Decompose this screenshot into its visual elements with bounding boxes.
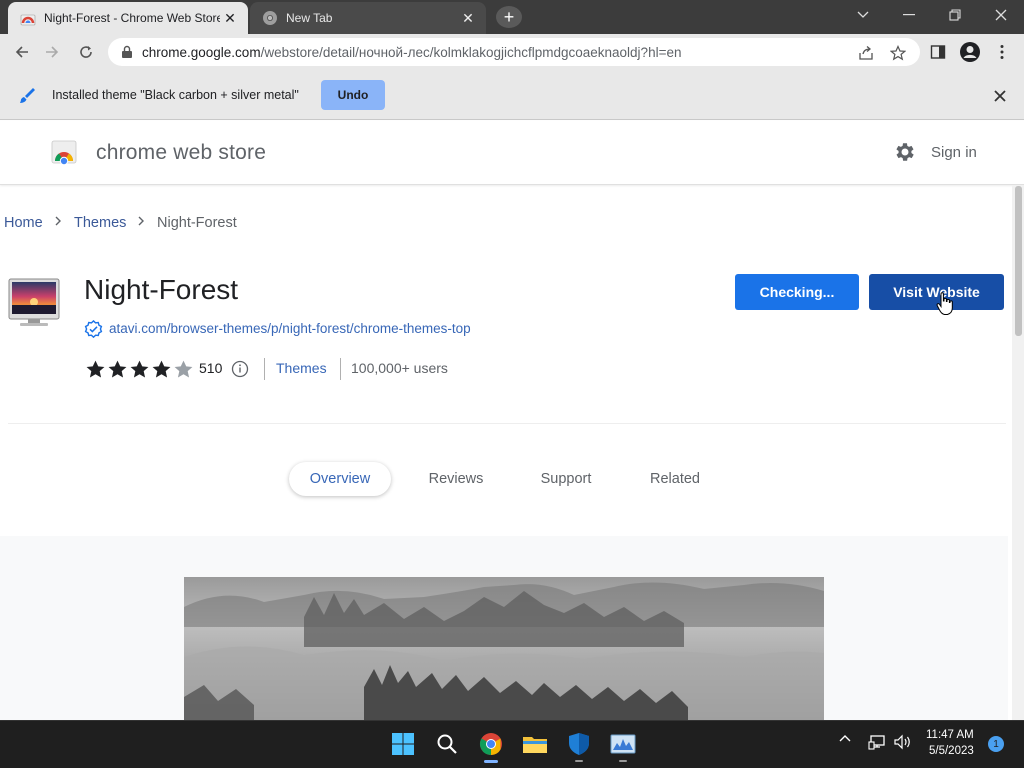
notification-badge[interactable]: 1 [988, 736, 1004, 752]
tab-close-icon[interactable]: ✕ [220, 8, 240, 28]
forward-icon[interactable] [38, 38, 66, 66]
tab-search-icon[interactable] [840, 0, 886, 30]
chrome-web-store-logo [51, 140, 77, 165]
clock-date[interactable]: 5/5/2023 [929, 745, 974, 757]
address-bar[interactable]: chrome.google.com/webstore/detail/ночной… [108, 38, 920, 66]
store-header: chrome web store Sign in [0, 121, 1024, 185]
file-explorer-icon[interactable] [521, 730, 549, 758]
volume-icon[interactable] [892, 734, 914, 750]
item-title: Night-Forest [84, 274, 239, 305]
content-tabs: Overview Reviews Support Related [0, 462, 1024, 498]
active-app-indicator [484, 760, 498, 763]
divider [340, 358, 341, 380]
paintbrush-icon [20, 88, 35, 103]
bookmark-star-icon[interactable] [889, 44, 907, 62]
search-icon[interactable] [433, 730, 461, 758]
url-path: /webstore/detail/ночной-лес/kolmklakogji… [260, 44, 682, 60]
breadcrumb-home[interactable]: Home [4, 215, 43, 231]
star-filled-icon [108, 360, 127, 378]
running-app-indicator [575, 760, 583, 762]
side-panel-icon[interactable] [926, 40, 950, 64]
tab-close-icon[interactable]: ✕ [458, 8, 478, 28]
breadcrumb-themes[interactable]: Themes [74, 215, 126, 231]
tab-overview[interactable]: Overview [289, 462, 391, 496]
reload-icon[interactable] [72, 38, 100, 66]
star-filled-icon [86, 360, 105, 378]
tab-new-tab[interactable]: New Tab ✕ [250, 2, 486, 34]
rating-count: 510 [199, 360, 223, 376]
share-icon[interactable] [857, 44, 875, 62]
lock-icon[interactable] [120, 45, 134, 59]
breadcrumb-current: Night-Forest [157, 215, 237, 231]
page-scrollbar-thumb[interactable] [1015, 186, 1022, 336]
theme-thumbnail-icon [8, 278, 60, 326]
tab-title: New Tab [286, 11, 333, 25]
minimize-icon[interactable] [886, 0, 932, 30]
infobar-close-icon[interactable] [990, 86, 1010, 106]
running-app-indicator [619, 760, 627, 762]
tab-support[interactable]: Support [526, 462, 606, 496]
info-icon[interactable] [231, 360, 249, 378]
tab-reviews[interactable]: Reviews [416, 462, 496, 496]
back-icon[interactable] [8, 38, 36, 66]
hand-cursor-icon [936, 292, 953, 315]
theme-installed-infobar: Installed theme "Black carbon + silver m… [0, 70, 1024, 120]
tab-related[interactable]: Related [635, 462, 715, 496]
star-filled-icon [130, 360, 149, 378]
infobar-message: Installed theme "Black carbon + silver m… [52, 88, 299, 102]
store-name[interactable]: chrome web store [96, 141, 266, 165]
chevron-right-icon [54, 214, 62, 230]
chrome-taskbar-icon[interactable] [477, 730, 505, 758]
show-hidden-icons-chevron-icon[interactable] [836, 734, 854, 742]
url-host: chrome.google.com [142, 44, 261, 60]
star-empty-icon [174, 360, 193, 378]
chrome-icon [263, 11, 277, 25]
checking-button[interactable]: Checking... [735, 274, 859, 310]
menu-kebab-icon[interactable] [990, 40, 1014, 64]
star-filled-icon [152, 360, 171, 378]
clock-time[interactable]: 11:47 AM [926, 729, 974, 741]
divider [264, 358, 265, 380]
undo-button[interactable]: Undo [321, 80, 385, 110]
star-rating [85, 359, 194, 380]
verified-badge-icon [84, 320, 103, 339]
network-icon[interactable] [866, 734, 888, 750]
category-link[interactable]: Themes [276, 360, 327, 376]
theme-preview-image[interactable] [184, 577, 824, 720]
tab-night-forest[interactable]: Night-Forest - Chrome Web Store ✕ [8, 2, 248, 34]
security-shield-icon[interactable] [565, 730, 593, 758]
chevron-right-icon [137, 214, 145, 230]
chrome-web-store-favicon [20, 14, 36, 26]
user-count: 100,000+ users [351, 360, 448, 376]
sign-in-link[interactable]: Sign in [931, 144, 977, 161]
tab-title: Night-Forest - Chrome Web Store [44, 11, 220, 25]
close-window-icon[interactable] [978, 0, 1024, 30]
gear-icon[interactable] [892, 140, 916, 164]
new-tab-button[interactable]: + [496, 6, 522, 28]
task-manager-icon[interactable] [609, 730, 637, 758]
account-circle-icon[interactable] [958, 40, 982, 64]
restore-icon[interactable] [932, 0, 978, 30]
publisher-url-link[interactable]: atavi.com/browser-themes/p/night-forest/… [109, 321, 471, 336]
windows-start-icon[interactable] [389, 730, 417, 758]
section-divider [8, 423, 1006, 424]
